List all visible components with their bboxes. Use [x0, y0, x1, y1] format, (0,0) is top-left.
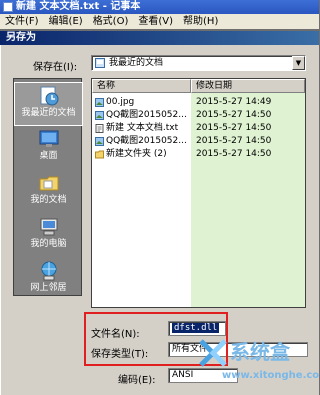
notepad-app-icon [3, 2, 13, 12]
image-file-icon [95, 137, 104, 146]
watermark-url: www.xitonghe.com [222, 370, 320, 381]
save-in-value: 我最近的文档 [109, 58, 164, 68]
file-row[interactable]: QQ截图2015052... 2015-5-27 14:50 [92, 109, 305, 122]
file-date: 2015-5-27 14:50 [196, 136, 272, 146]
menu-format[interactable]: 格式(O) [88, 14, 134, 29]
desktop-icon [39, 130, 58, 147]
image-file-icon [95, 98, 104, 107]
watermark-logo-icon [199, 339, 227, 367]
file-name: QQ截图2015052... [106, 136, 187, 146]
menu-file[interactable]: 文件(F) [0, 14, 44, 29]
places-bar: 我最近的文档 桌面 我的文档 我的电脑 网上邻居 [13, 78, 83, 296]
notepad-title-bar: 新建 文本文档.txt - 记事本 [0, 0, 319, 14]
place-label-network: 网上邻居 [30, 283, 67, 293]
file-row[interactable]: QQ截图2015052... 2015-5-27 14:50 [92, 135, 305, 148]
place-my-documents[interactable]: 我的文档 [14, 170, 83, 214]
column-header-name[interactable]: 名称 [92, 79, 191, 93]
menu-edit[interactable]: 编辑(E) [44, 14, 88, 29]
folder-icon [95, 150, 104, 159]
place-network[interactable]: 网上邻居 [14, 258, 83, 302]
my-computer-icon [40, 218, 57, 236]
watermark-brand: 系统盒 [230, 340, 290, 364]
file-list[interactable]: 名称 修改日期 00.jpg 2015-5-27 14:49 QQ截图20150… [91, 78, 306, 308]
network-places-icon [41, 261, 56, 281]
file-date: 2015-5-27 14:50 [196, 110, 272, 120]
place-my-computer[interactable]: 我的电脑 [14, 214, 83, 258]
file-date: 2015-5-27 14:50 [196, 123, 272, 133]
encoding-value: ANSI [172, 370, 194, 380]
recent-documents-icon [40, 86, 58, 106]
file-name: 新建 文本文档.txt [106, 123, 179, 133]
chevron-down-icon[interactable]: ▼ [292, 56, 305, 70]
place-desktop[interactable]: 桌面 [14, 126, 83, 170]
file-row[interactable]: 新建文件夹 (2) 2015-5-27 14:50 [92, 148, 305, 161]
file-row[interactable]: 新建 文本文档.txt 2015-5-27 14:50 [92, 122, 305, 135]
place-label-my-computer: 我的电脑 [30, 239, 67, 249]
file-row[interactable]: 00.jpg 2015-5-27 14:49 [92, 96, 305, 109]
text-file-icon [95, 124, 104, 133]
place-label-desktop: 桌面 [39, 151, 58, 161]
menu-view[interactable]: 查看(V) [133, 14, 178, 29]
file-date: 2015-5-27 14:49 [196, 97, 272, 107]
save-in-combo[interactable]: 我最近的文档 ▼ [91, 55, 306, 71]
dialog-title-bar: 另存为 [0, 31, 319, 45]
place-label-recent: 我最近的文档 [21, 108, 76, 118]
dialog-title: 另存为 [6, 32, 36, 43]
notepad-title: 新建 文本文档.txt - 记事本 [16, 1, 141, 12]
file-name: 新建文件夹 (2) [106, 149, 167, 159]
place-label-my-documents: 我的文档 [30, 195, 67, 205]
save-in-label: 保存在(I): [33, 62, 78, 73]
my-documents-icon [39, 176, 58, 191]
encoding-label: 编码(E): [118, 375, 156, 386]
column-header-date[interactable]: 修改日期 [191, 79, 305, 93]
image-file-icon [95, 111, 104, 120]
place-recent[interactable]: 我最近的文档 [14, 82, 83, 126]
file-name: 00.jpg [106, 97, 135, 107]
file-name: QQ截图2015052... [106, 110, 187, 120]
notepad-menubar: 文件(F) 编辑(E) 格式(O) 查看(V) 帮助(H) [0, 14, 319, 29]
file-date: 2015-5-27 14:50 [196, 149, 272, 159]
recent-documents-icon [95, 58, 105, 68]
menu-help[interactable]: 帮助(H) [178, 14, 223, 29]
